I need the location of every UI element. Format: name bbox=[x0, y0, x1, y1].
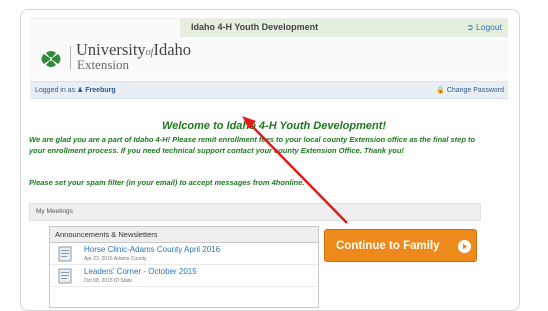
spam-filter-note: Please set your spam filter (in your ema… bbox=[29, 178, 305, 187]
continue-label: Continue to Family bbox=[336, 240, 440, 252]
change-password-link[interactable]: 🔒 Change Password bbox=[436, 86, 504, 94]
announcements-header: Announcements & Newsletters bbox=[50, 227, 318, 243]
news-title[interactable]: Leaders' Corner - October 2015 bbox=[84, 267, 197, 276]
list-item[interactable]: Leaders' Corner - October 2015 Oct 08, 2… bbox=[50, 265, 318, 287]
site-title: Idaho 4-H Youth Development bbox=[191, 22, 319, 32]
logout-label: Logout bbox=[476, 22, 502, 32]
continue-to-family-button[interactable]: Continue to Family bbox=[324, 229, 477, 262]
logged-in-status: Logged in as ♟ Freeburg bbox=[35, 87, 116, 94]
user-icon: ♟ bbox=[77, 87, 84, 94]
header: Idaho 4-H Youth Development ➲ Logout Uni… bbox=[30, 18, 508, 79]
welcome-title: Welcome to Idaho 4-H Youth Development! bbox=[161, 120, 387, 132]
list-item[interactable]: Horse Clinic-Adams County April 2016 Apr… bbox=[50, 243, 318, 265]
play-circle-icon bbox=[458, 240, 471, 256]
news-title[interactable]: Horse Clinic-Adams County April 2016 bbox=[84, 245, 220, 254]
news-meta: Apr 23, 2016 Adams County bbox=[84, 256, 147, 262]
welcome-text: We are glad you are a part of Idaho 4-H!… bbox=[29, 135, 476, 155]
document-icon bbox=[57, 246, 73, 267]
my-meetings-label: My Meetings bbox=[36, 208, 73, 215]
logo-extension: Extension bbox=[77, 57, 129, 72]
my-meetings-panel[interactable]: My Meetings bbox=[29, 203, 481, 221]
clover-logo-icon bbox=[38, 49, 64, 74]
news-meta: Oct 08, 2015 ID State bbox=[84, 278, 133, 284]
document-icon bbox=[57, 268, 73, 289]
announcements-panel: Announcements & Newsletters Horse Clinic… bbox=[49, 226, 319, 308]
logout-icon: ➲ bbox=[466, 22, 474, 32]
logout-button[interactable]: ➲ Logout bbox=[467, 22, 503, 33]
lock-icon: 🔒 bbox=[436, 87, 445, 94]
user-bar: Logged in as ♟ Freeburg 🔒 Change Passwor… bbox=[30, 81, 508, 99]
username: Freeburg bbox=[85, 87, 116, 94]
logo-divider bbox=[70, 46, 71, 70]
